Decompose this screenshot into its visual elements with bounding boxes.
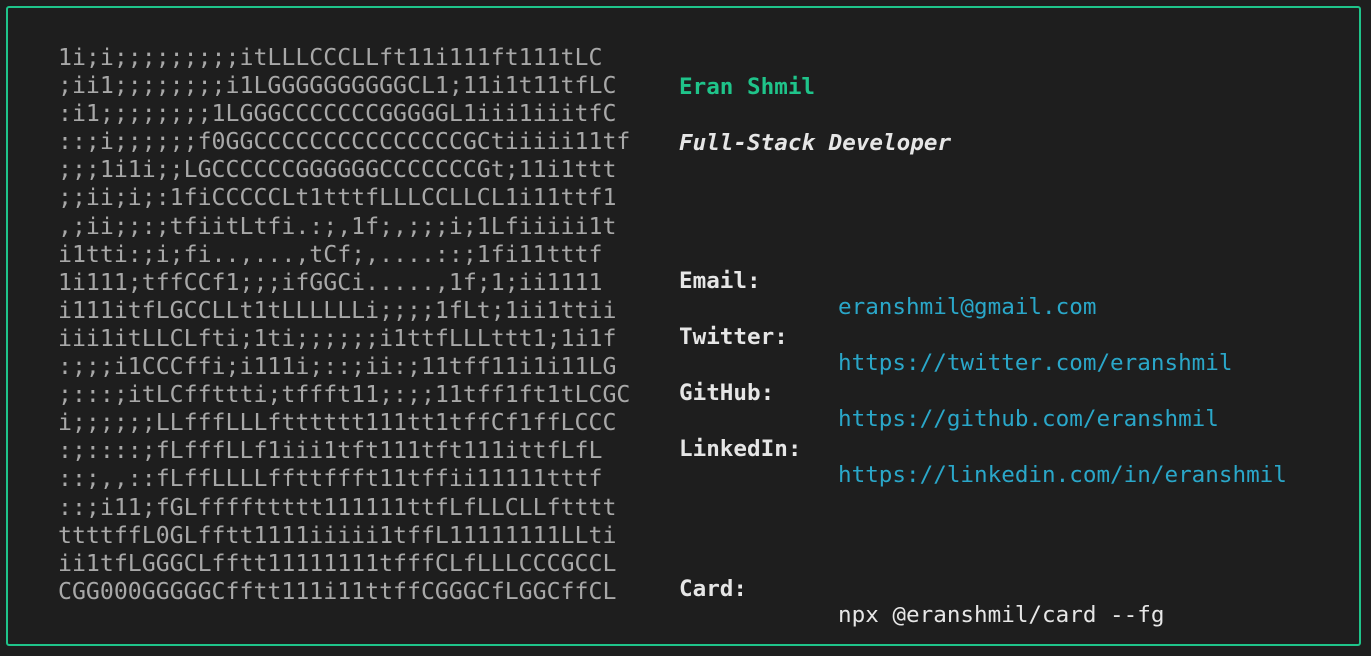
twitter-link[interactable]: https://twitter.com/eranshmil (838, 350, 1232, 376)
profile-name: Eran Shmil (679, 74, 816, 100)
ascii-line: :i1;;;;;;;;1LGGGCCCCCCCGGGGGL1iii1iiitfC (58, 100, 617, 128)
twitter-label: Twitter: (679, 324, 788, 350)
card-command: npx @eranshmil/card --fg (838, 602, 1165, 628)
github-label: GitHub: (679, 380, 775, 406)
linkedin-link[interactable]: https://linkedin.com/in/eranshmil (838, 462, 1287, 488)
profile-info: Eran Shmil Full-Stack Developer Email: e… (679, 0, 1287, 628)
ascii-line: 1i;i;;;;;;;;;itLLLCCCLLft11i111ft111tLC (58, 44, 603, 71)
ascii-line: CGG000GGGGGCfftt111i11ttffCGGGCfLGGCffCL (58, 577, 617, 605)
ascii-line: ;ii1;;;;;;;;i1LGGGGGGGGGGCL1;11i1t11tfLC (58, 72, 617, 100)
ascii-line: ::;i;;;;;;f0GGCCCCCCCCCCCCCCCGCtiiiii11t… (58, 128, 631, 156)
ascii-line: ;:::;itLCffttti;tffft11;:;;11tff1ft1tLCG… (58, 381, 631, 409)
card-command-row: Card: npx @eranshmil/card --fg (679, 550, 1164, 654)
email-label: Email: (679, 268, 761, 294)
ascii-line: iii1itLLCLfti;1ti;;;;;;i1ttfLLLttt1;1i1f (58, 324, 617, 352)
ascii-line: i111itfLGCCLLt1tLLLLLLi;;;;1fLt;1ii1ttii (58, 296, 617, 324)
ascii-line: ;;;1i1i;;LGCCCCCCGGGGGGCCCCCCCGt;11i1ttt (58, 156, 617, 184)
ascii-line: :;::::;fLfffLLf1iii1tft111tft111ittfLfL (58, 437, 603, 465)
ascii-portrait: 1i;i;;;;;;;;;itLLLCCCLLft11i111ft111tLC;… (58, 44, 630, 606)
ascii-line: i1tti:;i;fi..,...,tCf;,....::;1fi11tttf (58, 240, 603, 268)
profile-role: Full-Stack Developer (679, 130, 952, 156)
ascii-line: ::;,,::fLffLLLLffttffft11tffii11111tttf (58, 465, 603, 493)
ascii-line: ii1tfLGGGCLfftt11111111tfffCLfLLLCCCGCCL (58, 549, 617, 577)
linkedin-label: LinkedIn: (679, 436, 802, 462)
ascii-line: :;;;i1CCCffi;i111i;::;ii:;11tff11i1i11LG (58, 353, 617, 381)
contact-row-linkedin: LinkedIn: https://linkedin.com/in/eransh… (679, 410, 1287, 514)
ascii-line: ttttffL0GLfftt1111iiiii1tffL11111111LLti (58, 521, 617, 549)
email-link[interactable]: eranshmil@gmail.com (838, 294, 1096, 320)
card-label: Card: (679, 576, 748, 602)
github-link[interactable]: https://github.com/eranshmil (838, 406, 1219, 432)
ascii-line: ::;i11;fGLffffttttt111111ttfLfLLCLLftttt (58, 493, 617, 521)
ascii-line: ;;ii;i;:1fiCCCCCLt1tttfLLLCCLLCL1i11ttf1 (58, 184, 617, 212)
ascii-line: ,;ii;;:;tfiitLtfi.:;,1f;,;;;i;1Lfiiiii1t (58, 212, 617, 240)
ascii-line: 1i111;tffCCf1;;;ifGGCi.....,1f;1;ii1111 (58, 268, 603, 296)
ascii-line: i;;;;;;LLfffLLLftttttt111tt1tffCf1ffLCCC (58, 409, 617, 437)
